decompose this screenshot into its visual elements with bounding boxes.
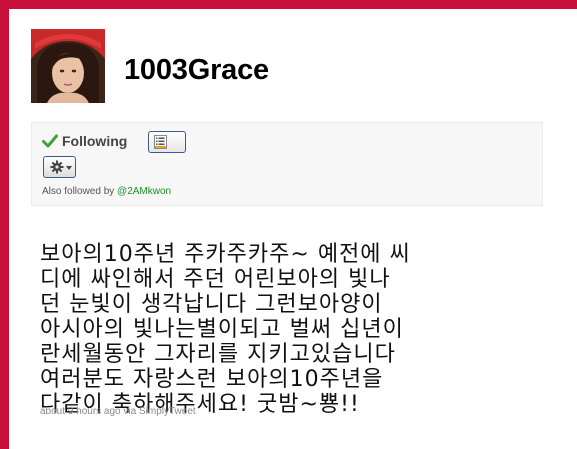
- via-label: via: [123, 406, 137, 417]
- tweet-text-line: 보아의10주년 주카주카주~ 예전에 씨: [40, 242, 411, 267]
- also-followed-user-link[interactable]: @2AMkwon: [117, 186, 171, 197]
- actions-menu-button[interactable]: [43, 156, 76, 178]
- list-icon: [154, 135, 167, 149]
- tweet-timestamp-link[interactable]: about 9 hours ago: [40, 406, 121, 417]
- also-followed-by: Also followed by @2AMkwon: [42, 186, 171, 197]
- chevron-down-icon: [66, 166, 72, 170]
- tweet-text-line: 디에 싸인해서 주던 어린보아의 빛나: [40, 267, 391, 292]
- following-label: Following: [62, 133, 128, 149]
- add-to-list-button[interactable]: [148, 131, 186, 153]
- tweet-text: 보아의10주년 주카주카주~ 예전에 씨 디에 싸인해서 주던 어린보아의 빛나…: [40, 242, 470, 417]
- also-followed-prefix: Also followed by: [42, 186, 115, 197]
- profile-username[interactable]: 1003Grace: [124, 54, 269, 87]
- following-status: Following: [42, 132, 127, 150]
- tweet-text-line: 던 눈빛이 생각납니다 그런보아양이: [40, 292, 383, 317]
- tweet-client-link[interactable]: SimplyTweet: [139, 406, 196, 417]
- follow-controls: Following Also followed by @2AMkwon: [31, 122, 543, 206]
- checkmark-icon: [42, 134, 58, 148]
- user-avatar-photo-icon: [31, 29, 105, 103]
- gear-icon: [50, 160, 64, 174]
- tweet-text-line: 여러분도 자랑스런 보아의10주년을: [40, 367, 384, 392]
- avatar[interactable]: [31, 29, 105, 103]
- tweet-text-line: 란세월동안 그자리를 지키고있습니다: [40, 342, 396, 367]
- tweet-meta: about 9 hours ago via SimplyTweet: [40, 406, 196, 417]
- tweet-text-line: 아시아의 빛나는별이되고 벌써 십년이: [40, 317, 404, 342]
- tweet-page-card: 1003Grace Following Also followed by @2A…: [9, 9, 577, 449]
